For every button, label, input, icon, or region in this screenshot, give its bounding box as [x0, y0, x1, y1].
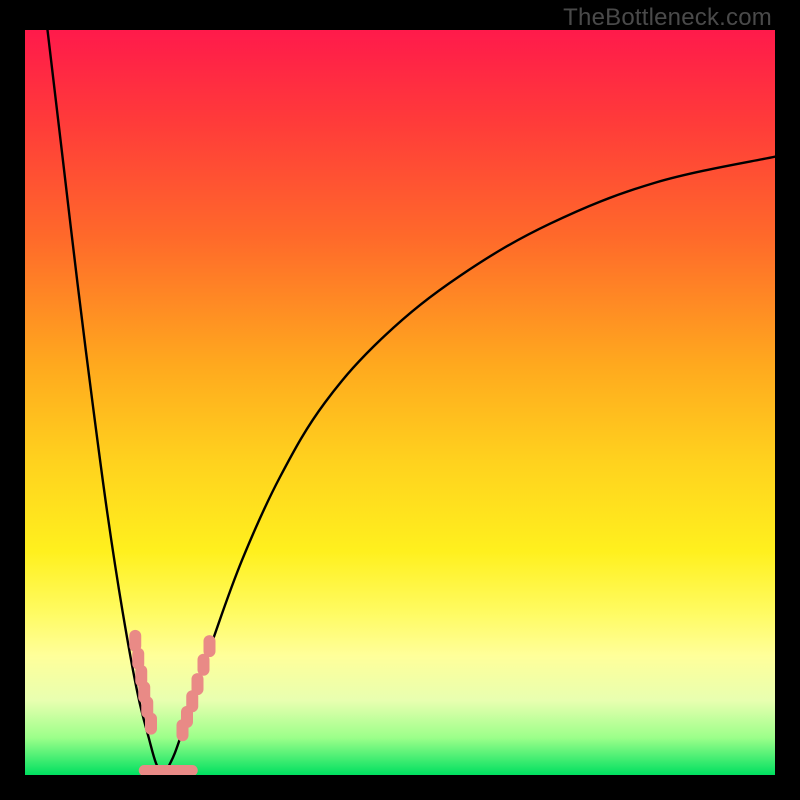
marker	[145, 713, 157, 735]
marker	[204, 635, 216, 657]
watermark-text: TheBottleneck.com	[563, 4, 772, 32]
chart-svg	[25, 30, 775, 775]
series-right-branch	[164, 157, 775, 775]
marker	[178, 765, 198, 775]
plot-area	[25, 30, 775, 775]
marker	[192, 673, 204, 695]
series-left-branch	[48, 30, 164, 775]
marker	[198, 654, 210, 676]
outer-frame: TheBottleneck.com	[0, 0, 800, 800]
